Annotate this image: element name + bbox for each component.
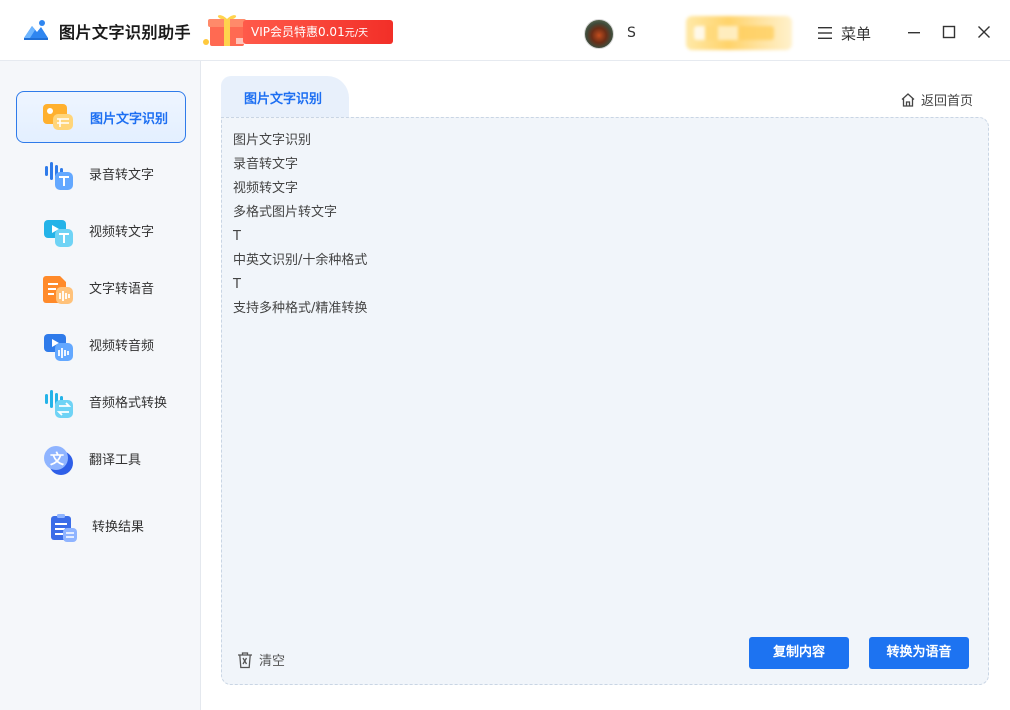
copy-content-button[interactable]: 复制内容 (749, 637, 849, 669)
result-line: 视频转文字 (233, 181, 299, 196)
sidebar-item-video-to-text[interactable]: 视频转文字 (16, 205, 186, 257)
sidebar-item-label: 录音转文字 (89, 168, 155, 183)
text-to-speech-icon (43, 276, 73, 304)
app-logo-icon (24, 20, 48, 40)
sidebar-item-label: 图片文字识别 (90, 112, 169, 127)
tab-image-ocr[interactable]: 图片文字识别 (221, 76, 349, 118)
sidebar-item-label: 音频格式转换 (89, 396, 168, 411)
sidebar-item-label: 视频转音频 (89, 339, 155, 354)
sidebar-item-image-ocr[interactable]: 图片文字识别 (16, 91, 186, 143)
title-bar: 图片文字识别助手 VIP会员特惠0.01元/天 S 菜单 (0, 0, 1010, 61)
menu-label: 菜单 (841, 24, 872, 43)
tab-label: 图片文字识别 (244, 92, 323, 107)
avatar[interactable] (584, 19, 614, 49)
minimize-icon[interactable] (906, 24, 922, 40)
result-line: T (233, 277, 241, 292)
sidebar-item-audio-to-text[interactable]: 录音转文字 (16, 148, 186, 200)
svg-text:文: 文 (50, 451, 65, 468)
app-title: 图片文字识别助手 (59, 23, 192, 42)
hamburger-menu-icon (818, 27, 832, 39)
sidebar-item-results[interactable]: 转换结果 (16, 500, 186, 552)
close-icon[interactable] (976, 24, 992, 40)
video-to-text-icon (44, 220, 73, 247)
account-badge[interactable] (686, 16, 792, 50)
sidebar-item-video-to-audio[interactable]: 视频转音频 (16, 319, 186, 371)
main-content: 图片文字识别 返回首页 图片文字识别 录音转文字 视频转文字 多格式图片转文字 … (201, 61, 1010, 710)
vip-promo-text: VIP会员特惠0.01 (251, 25, 345, 39)
clear-label: 清空 (259, 654, 286, 669)
sidebar-item-label: 转换结果 (92, 520, 145, 535)
result-line: 支持多种格式/精准转换 (233, 301, 368, 316)
home-icon (901, 92, 915, 107)
sidebar-item-audio-convert[interactable]: 音频格式转换 (16, 376, 186, 428)
result-line: 图片文字识别 (233, 133, 312, 148)
result-line: 多格式图片转文字 (233, 205, 338, 220)
result-line: 录音转文字 (233, 157, 299, 172)
sidebar: 图片文字识别 录音转文字 视频转文字 文字转语音 视频转音频 音频格式转换 文 … (0, 61, 201, 710)
image-text-icon (43, 104, 73, 130)
audio-convert-icon (45, 390, 73, 418)
username[interactable]: S (627, 25, 636, 41)
sidebar-item-label: 翻译工具 (89, 453, 142, 468)
trash-icon (238, 651, 252, 668)
result-line: 中英文识别/十余种格式 (233, 253, 368, 268)
result-text-area[interactable]: 图片文字识别 录音转文字 视频转文字 多格式图片转文字 T 中英文识别/十余种格… (233, 129, 367, 321)
clear-button[interactable]: 清空 (236, 650, 285, 669)
vip-promo-banner[interactable]: VIP会员特惠0.01元/天 (243, 20, 393, 44)
sidebar-item-translate[interactable]: 文 翻译工具 (16, 433, 186, 485)
video-to-audio-icon (44, 334, 73, 361)
home-link-label: 返回首页 (921, 94, 974, 109)
result-panel[interactable]: 图片文字识别 录音转文字 视频转文字 多格式图片转文字 T 中英文识别/十余种格… (221, 117, 989, 685)
sidebar-item-text-to-speech[interactable]: 文字转语音 (16, 262, 186, 314)
results-icon (51, 514, 77, 542)
convert-to-speech-button[interactable]: 转换为语音 (869, 637, 969, 669)
menu-button[interactable]: 菜单 (817, 22, 871, 44)
vip-promo-unit: 元/天 (344, 28, 369, 39)
sidebar-item-label: 视频转文字 (89, 225, 155, 240)
result-line: T (233, 229, 241, 244)
home-link[interactable]: 返回首页 (900, 90, 973, 109)
audio-to-text-icon (45, 162, 73, 190)
sidebar-item-label: 文字转语音 (89, 282, 155, 297)
maximize-icon[interactable] (941, 24, 957, 40)
translate-icon: 文 (44, 446, 73, 475)
